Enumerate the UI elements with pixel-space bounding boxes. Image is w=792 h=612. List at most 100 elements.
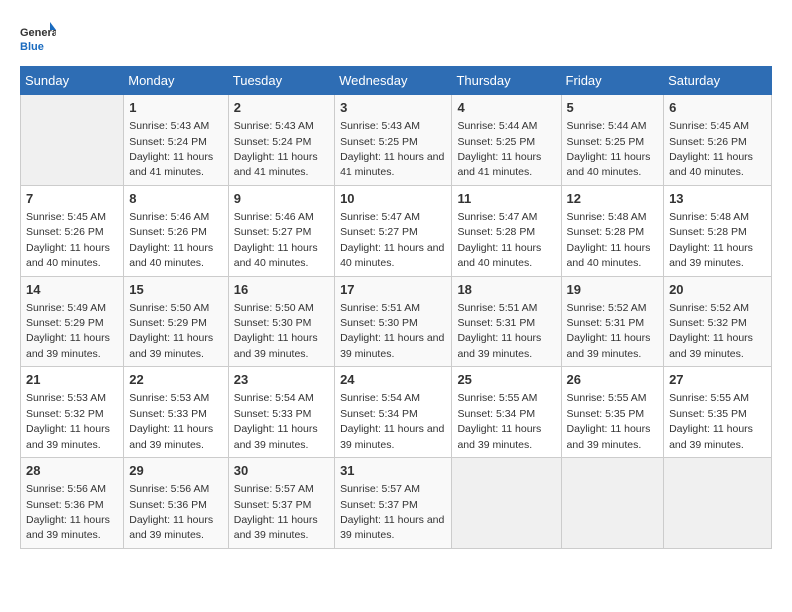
day-info: Sunrise: 5:43 AMSunset: 5:24 PMDaylight:… [234, 120, 318, 178]
day-number: 6 [669, 99, 766, 117]
week-row-1: 1 Sunrise: 5:43 AMSunset: 5:24 PMDayligh… [21, 95, 772, 186]
day-number: 30 [234, 462, 329, 480]
calendar-cell [452, 458, 561, 549]
day-number: 1 [129, 99, 223, 117]
day-number: 21 [26, 371, 118, 389]
calendar-cell: 30 Sunrise: 5:57 AMSunset: 5:37 PMDaylig… [228, 458, 334, 549]
calendar-cell: 7 Sunrise: 5:45 AMSunset: 5:26 PMDayligh… [21, 185, 124, 276]
day-info: Sunrise: 5:48 AMSunset: 5:28 PMDaylight:… [669, 211, 753, 269]
day-number: 19 [567, 281, 659, 299]
day-number: 17 [340, 281, 446, 299]
day-number: 11 [457, 190, 555, 208]
day-info: Sunrise: 5:46 AMSunset: 5:26 PMDaylight:… [129, 211, 213, 269]
calendar-cell: 21 Sunrise: 5:53 AMSunset: 5:32 PMDaylig… [21, 367, 124, 458]
day-number: 20 [669, 281, 766, 299]
day-info: Sunrise: 5:48 AMSunset: 5:28 PMDaylight:… [567, 211, 651, 269]
day-number: 8 [129, 190, 223, 208]
week-row-4: 21 Sunrise: 5:53 AMSunset: 5:32 PMDaylig… [21, 367, 772, 458]
day-number: 25 [457, 371, 555, 389]
day-info: Sunrise: 5:56 AMSunset: 5:36 PMDaylight:… [129, 483, 213, 541]
day-number: 23 [234, 371, 329, 389]
calendar-cell: 12 Sunrise: 5:48 AMSunset: 5:28 PMDaylig… [561, 185, 664, 276]
day-info: Sunrise: 5:51 AMSunset: 5:30 PMDaylight:… [340, 302, 444, 360]
day-info: Sunrise: 5:57 AMSunset: 5:37 PMDaylight:… [340, 483, 444, 541]
day-info: Sunrise: 5:50 AMSunset: 5:30 PMDaylight:… [234, 302, 318, 360]
day-number: 28 [26, 462, 118, 480]
day-info: Sunrise: 5:44 AMSunset: 5:25 PMDaylight:… [567, 120, 651, 178]
calendar-cell: 4 Sunrise: 5:44 AMSunset: 5:25 PMDayligh… [452, 95, 561, 186]
day-info: Sunrise: 5:55 AMSunset: 5:34 PMDaylight:… [457, 392, 541, 450]
calendar-cell: 27 Sunrise: 5:55 AMSunset: 5:35 PMDaylig… [664, 367, 772, 458]
calendar-cell: 5 Sunrise: 5:44 AMSunset: 5:25 PMDayligh… [561, 95, 664, 186]
calendar-cell: 24 Sunrise: 5:54 AMSunset: 5:34 PMDaylig… [335, 367, 452, 458]
day-number: 12 [567, 190, 659, 208]
day-number: 5 [567, 99, 659, 117]
day-number: 9 [234, 190, 329, 208]
day-number: 31 [340, 462, 446, 480]
day-info: Sunrise: 5:44 AMSunset: 5:25 PMDaylight:… [457, 120, 541, 178]
day-number: 2 [234, 99, 329, 117]
day-info: Sunrise: 5:43 AMSunset: 5:25 PMDaylight:… [340, 120, 444, 178]
logo: General Blue [20, 20, 56, 56]
calendar-cell: 29 Sunrise: 5:56 AMSunset: 5:36 PMDaylig… [124, 458, 229, 549]
day-number: 7 [26, 190, 118, 208]
calendar-cell [21, 95, 124, 186]
weekday-header-wednesday: Wednesday [335, 67, 452, 95]
day-info: Sunrise: 5:45 AMSunset: 5:26 PMDaylight:… [669, 120, 753, 178]
day-info: Sunrise: 5:53 AMSunset: 5:32 PMDaylight:… [26, 392, 110, 450]
calendar-cell: 31 Sunrise: 5:57 AMSunset: 5:37 PMDaylig… [335, 458, 452, 549]
calendar-cell: 3 Sunrise: 5:43 AMSunset: 5:25 PMDayligh… [335, 95, 452, 186]
day-number: 10 [340, 190, 446, 208]
calendar-cell: 6 Sunrise: 5:45 AMSunset: 5:26 PMDayligh… [664, 95, 772, 186]
calendar-cell: 14 Sunrise: 5:49 AMSunset: 5:29 PMDaylig… [21, 276, 124, 367]
day-info: Sunrise: 5:55 AMSunset: 5:35 PMDaylight:… [567, 392, 651, 450]
weekday-header-tuesday: Tuesday [228, 67, 334, 95]
day-number: 14 [26, 281, 118, 299]
day-number: 22 [129, 371, 223, 389]
day-info: Sunrise: 5:50 AMSunset: 5:29 PMDaylight:… [129, 302, 213, 360]
day-number: 13 [669, 190, 766, 208]
logo-graphic: General Blue [20, 20, 56, 56]
day-info: Sunrise: 5:55 AMSunset: 5:35 PMDaylight:… [669, 392, 753, 450]
calendar-cell: 2 Sunrise: 5:43 AMSunset: 5:24 PMDayligh… [228, 95, 334, 186]
day-info: Sunrise: 5:52 AMSunset: 5:32 PMDaylight:… [669, 302, 753, 360]
day-info: Sunrise: 5:52 AMSunset: 5:31 PMDaylight:… [567, 302, 651, 360]
page-header: General Blue [20, 20, 772, 56]
day-number: 29 [129, 462, 223, 480]
calendar-cell: 9 Sunrise: 5:46 AMSunset: 5:27 PMDayligh… [228, 185, 334, 276]
week-row-5: 28 Sunrise: 5:56 AMSunset: 5:36 PMDaylig… [21, 458, 772, 549]
day-info: Sunrise: 5:47 AMSunset: 5:27 PMDaylight:… [340, 211, 444, 269]
day-number: 26 [567, 371, 659, 389]
calendar-cell [664, 458, 772, 549]
day-info: Sunrise: 5:51 AMSunset: 5:31 PMDaylight:… [457, 302, 541, 360]
day-info: Sunrise: 5:49 AMSunset: 5:29 PMDaylight:… [26, 302, 110, 360]
weekday-header-friday: Friday [561, 67, 664, 95]
weekday-header-thursday: Thursday [452, 67, 561, 95]
weekday-header-monday: Monday [124, 67, 229, 95]
day-number: 27 [669, 371, 766, 389]
calendar-cell: 11 Sunrise: 5:47 AMSunset: 5:28 PMDaylig… [452, 185, 561, 276]
calendar-cell [561, 458, 664, 549]
calendar-cell: 8 Sunrise: 5:46 AMSunset: 5:26 PMDayligh… [124, 185, 229, 276]
calendar-cell: 22 Sunrise: 5:53 AMSunset: 5:33 PMDaylig… [124, 367, 229, 458]
week-row-2: 7 Sunrise: 5:45 AMSunset: 5:26 PMDayligh… [21, 185, 772, 276]
calendar-cell: 25 Sunrise: 5:55 AMSunset: 5:34 PMDaylig… [452, 367, 561, 458]
day-number: 4 [457, 99, 555, 117]
day-info: Sunrise: 5:57 AMSunset: 5:37 PMDaylight:… [234, 483, 318, 541]
day-info: Sunrise: 5:45 AMSunset: 5:26 PMDaylight:… [26, 211, 110, 269]
day-info: Sunrise: 5:56 AMSunset: 5:36 PMDaylight:… [26, 483, 110, 541]
calendar-cell: 18 Sunrise: 5:51 AMSunset: 5:31 PMDaylig… [452, 276, 561, 367]
calendar-cell: 19 Sunrise: 5:52 AMSunset: 5:31 PMDaylig… [561, 276, 664, 367]
week-row-3: 14 Sunrise: 5:49 AMSunset: 5:29 PMDaylig… [21, 276, 772, 367]
calendar-cell: 28 Sunrise: 5:56 AMSunset: 5:36 PMDaylig… [21, 458, 124, 549]
day-number: 18 [457, 281, 555, 299]
weekday-header-sunday: Sunday [21, 67, 124, 95]
calendar-cell: 1 Sunrise: 5:43 AMSunset: 5:24 PMDayligh… [124, 95, 229, 186]
calendar-cell: 20 Sunrise: 5:52 AMSunset: 5:32 PMDaylig… [664, 276, 772, 367]
day-info: Sunrise: 5:53 AMSunset: 5:33 PMDaylight:… [129, 392, 213, 450]
day-number: 15 [129, 281, 223, 299]
weekday-header-saturday: Saturday [664, 67, 772, 95]
day-info: Sunrise: 5:54 AMSunset: 5:33 PMDaylight:… [234, 392, 318, 450]
day-info: Sunrise: 5:54 AMSunset: 5:34 PMDaylight:… [340, 392, 444, 450]
logo-svg: General Blue [20, 20, 56, 56]
